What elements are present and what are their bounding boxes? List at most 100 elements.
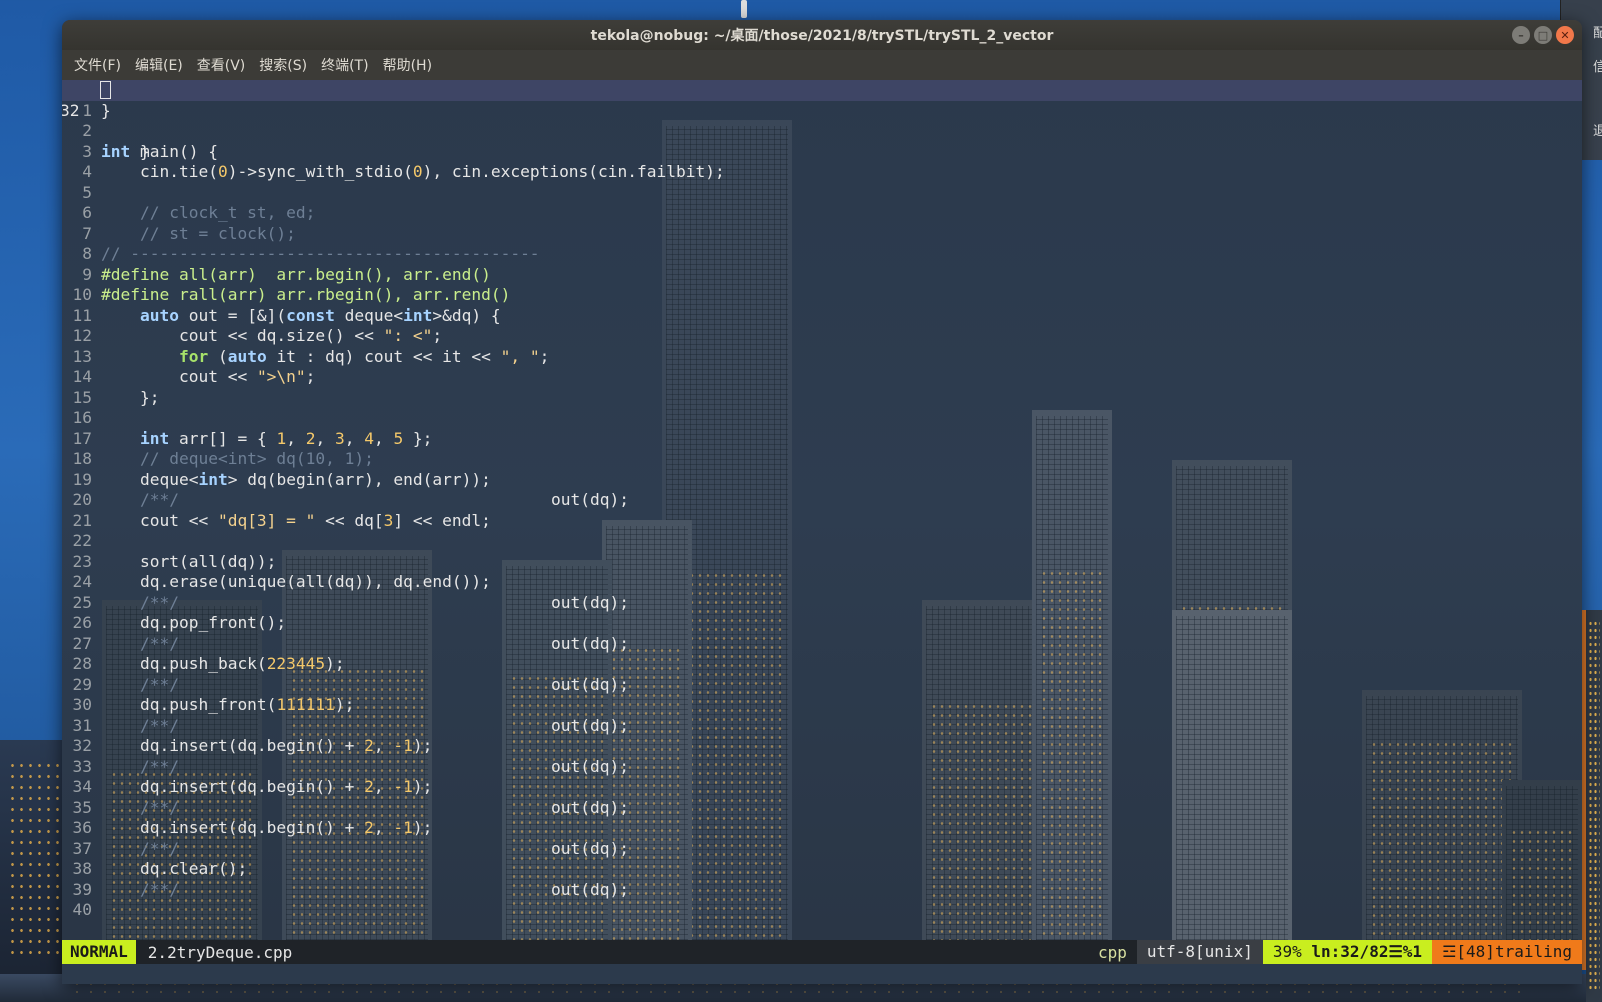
code-line: 19 deque<int> dq(begin(arr), end(arr)); — [62, 470, 1582, 491]
terminal-bottom — [62, 964, 1582, 984]
code-line: 24 dq.erase(unique(all(dq)), dq.end()); — [62, 572, 1582, 593]
line-number: 19 — [72, 469, 93, 489]
code-line: 12 cout << dq.size() << ": <"; — [62, 326, 1582, 347]
status-line-col: ln:32/82☰%1 — [1311, 942, 1423, 961]
minimize-button[interactable]: – — [1512, 26, 1530, 44]
code-text: }; — [101, 387, 160, 407]
window-title: tekola@nobug: ~/桌面/those/2021/8/trySTL/t… — [590, 28, 1054, 44]
code-text: deque<int> dq(begin(arr), end(arr)); — [101, 469, 491, 489]
code-text: dq.erase(unique(all(dq)), dq.end()); — [101, 572, 491, 591]
code-line: 10 #define rall(arr) arr.rbegin(), arr.re… — [62, 285, 1582, 306]
code-text: /**/ — [139, 592, 179, 612]
code-text-trailing: out(dq); — [551, 674, 629, 694]
line-number: 31 — [72, 715, 93, 735]
line-number: 17 — [72, 428, 93, 448]
code-text: /**/ — [139, 490, 179, 509]
code-text: /**/ — [139, 879, 179, 899]
code-line: 23 sort(all(dq)); — [62, 552, 1582, 573]
code-text: sort(all(dq)); — [101, 551, 277, 571]
line-number: 13 — [72, 346, 93, 366]
line-number: 4 — [82, 162, 92, 181]
line-number: 5 — [82, 182, 92, 202]
code-text-trailing: out(dq); — [551, 715, 629, 735]
code-text: // deque<int> dq(10, 1); — [139, 449, 374, 468]
line-number: 16 — [72, 408, 93, 427]
code-text: for (auto it : dq) cout << it << ", "; — [178, 346, 550, 366]
code-line: 30 dq.push_front(111111); — [62, 695, 1582, 716]
code-text-trailing: out(dq); — [551, 756, 629, 776]
line-number: 40 — [72, 900, 93, 919]
code-line: 21 cout << "dq[3] = " << dq[3] << endl; — [62, 511, 1582, 532]
line-number: 37 — [72, 838, 93, 858]
line-number: 25 — [72, 592, 93, 612]
code-line: 20 /**/ out(dq); — [62, 490, 1582, 511]
menu-edit[interactable]: 编辑(E) — [129, 51, 189, 79]
menu-terminal[interactable]: 终端(T) — [315, 51, 374, 79]
line-number: 14 — [72, 367, 93, 386]
code-line: 28 dq.push_back(223445); — [62, 654, 1582, 675]
code-text: cin.tie(0)->sync_with_stdio(0), cin.exce… — [101, 162, 725, 181]
code-line: 22 — [62, 531, 1582, 552]
status-filetype: cpp — [1097, 942, 1127, 962]
line-number: 22 — [72, 531, 93, 550]
code-text: #define all(arr) arr.begin(), arr.end() — [101, 264, 491, 284]
window-titlebar[interactable]: tekola@nobug: ~/桌面/those/2021/8/trySTL/t… — [62, 20, 1582, 50]
line-number: 20 — [72, 490, 93, 509]
desktop-drag-handle — [741, 0, 747, 18]
line-number: 26 — [72, 613, 93, 632]
menu-view[interactable]: 查看(V) — [191, 51, 252, 79]
code-line: 2 — [62, 121, 1582, 142]
code-line: 31 /**/ out(dq); — [62, 716, 1582, 737]
code-text: /**/ — [139, 838, 179, 858]
statusline-right: cpp utf-8[unix] 39% ln:32/82☰%1 ☲[48]tra… — [1088, 940, 1582, 964]
status-percent: 39% — [1272, 942, 1302, 961]
menu-search[interactable]: 搜索(S) — [253, 51, 313, 79]
side-panel-item-2[interactable]: 信 — [1593, 56, 1602, 75]
terminal-window[interactable]: tekola@nobug: ~/桌面/those/2021/8/trySTL/t… — [62, 20, 1582, 984]
code-text-trailing: out(dq); — [551, 838, 629, 858]
code-text: dq.clear(); — [101, 859, 248, 878]
code-line: 38 dq.clear(); — [62, 859, 1582, 880]
maximize-button[interactable]: □ — [1534, 26, 1552, 44]
code-line: 4 cin.tie(0)->sync_with_stdio(0), cin.ex… — [62, 162, 1582, 183]
side-panel-item-3[interactable]: 退 — [1593, 120, 1602, 139]
line-number: 1 — [82, 100, 92, 120]
line-number: 38 — [72, 859, 93, 878]
status-encoding: utf-8[unix] — [1136, 940, 1263, 964]
line-number: 28 — [72, 654, 93, 673]
close-button[interactable]: ✕ — [1556, 26, 1574, 44]
code-line: 8 // ------------------------------------… — [62, 244, 1582, 265]
code-line: 14 cout << ">\n"; — [62, 367, 1582, 388]
text-cursor — [100, 81, 111, 99]
vim-statusline: NORMAL 2.2tryDeque.cpp cpp utf-8[unix] 3… — [62, 940, 1582, 964]
code-line: 39 /**/ out(dq); — [62, 880, 1582, 901]
desktop-wallpaper-city — [0, 740, 70, 1002]
code-text: dq.insert(dq.begin() + 2, -1); — [101, 777, 433, 796]
code-text-trailing: out(dq); — [551, 490, 629, 509]
line-number: 33 — [72, 756, 93, 776]
desktop-wallpaper-right-city — [1586, 610, 1602, 1002]
menu-help[interactable]: 帮助(H) — [377, 51, 438, 79]
code-text: cout << ">\n"; — [101, 367, 316, 386]
code-buffer[interactable]: 32 } 1} 2 3 int main() {4 cin.tie(0)->sync_… — [62, 80, 1582, 921]
line-number: 6 — [82, 203, 92, 222]
code-text: // -------------------------------------… — [101, 244, 540, 263]
side-panel-item-1[interactable]: 配 — [1593, 22, 1602, 41]
menu-file[interactable]: 文件(F) — [68, 51, 127, 79]
menubar: 文件(F) 编辑(E) 查看(V) 搜索(S) 终端(T) 帮助(H) — [62, 50, 1582, 80]
line-number: 36 — [72, 818, 93, 837]
vim-editor[interactable]: 32 } 1} 2 3 int main() {4 cin.tie(0)->sync_… — [62, 80, 1582, 940]
code-line: 40 — [62, 900, 1582, 921]
code-line: 37 /**/ out(dq); — [62, 839, 1582, 860]
status-position: 39% ln:32/82☰%1 — [1262, 940, 1433, 964]
line-number: 39 — [72, 879, 93, 899]
code-text: int arr[] = { 1, 2, 3, 4, 5 }; — [139, 428, 433, 448]
code-line: 7 // st = clock(); — [62, 224, 1582, 245]
code-lines: 1} 2 3 int main() {4 cin.tie(0)->sync_with_… — [62, 101, 1582, 921]
code-line: 18 // deque<int> dq(10, 1); — [62, 449, 1582, 470]
code-text: #define rall(arr) arr.rbegin(), arr.rend… — [101, 285, 511, 304]
code-line: 36 dq.insert(dq.begin() + 2, -1); — [62, 818, 1582, 839]
code-text-trailing: out(dq); — [551, 797, 629, 817]
line-number: 10 — [72, 285, 93, 304]
code-text: cout << dq.size() << ": <"; — [101, 326, 443, 345]
